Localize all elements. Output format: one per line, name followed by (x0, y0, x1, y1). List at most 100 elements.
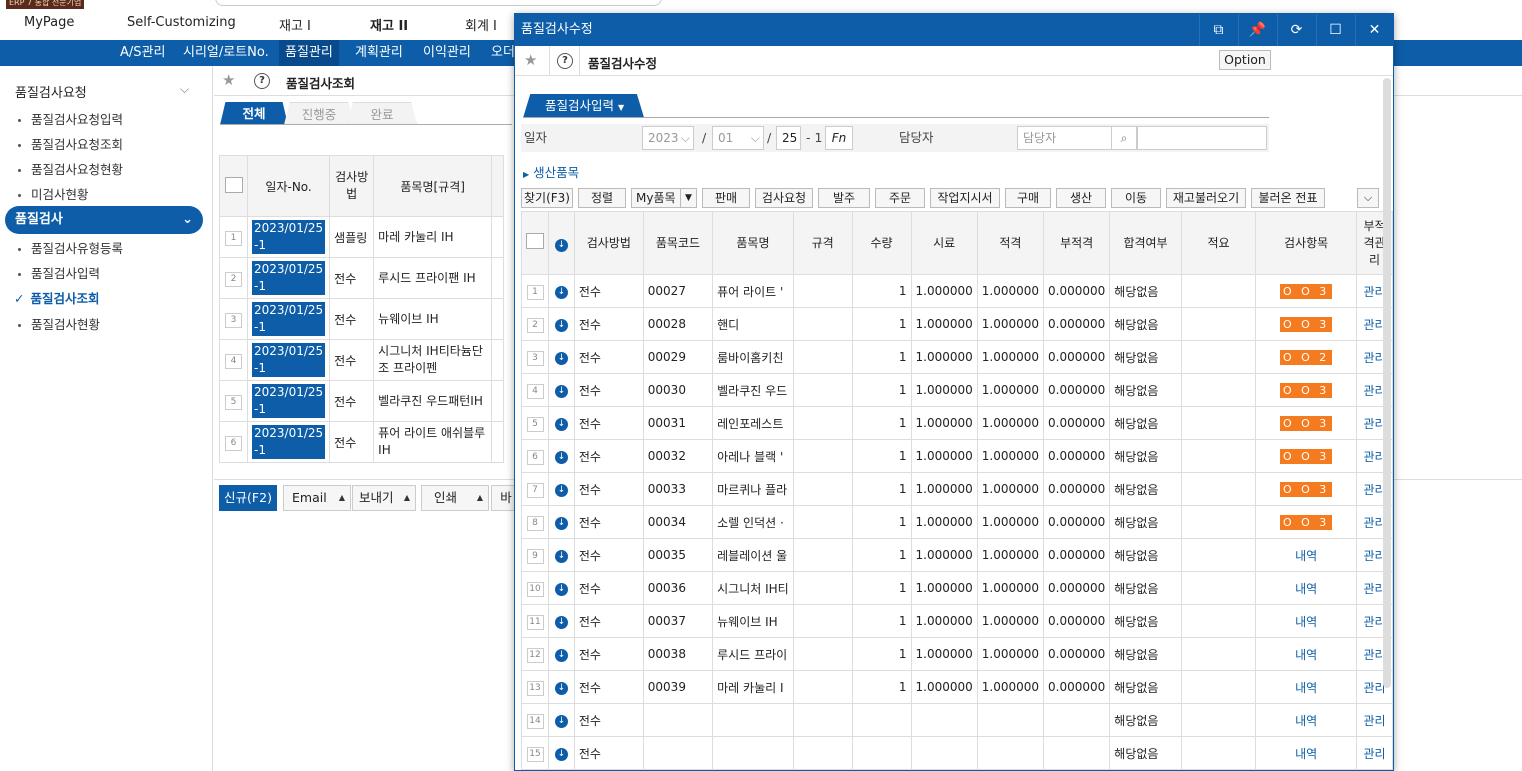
star-icon[interactable]: ★ (222, 71, 235, 89)
caret-up-icon[interactable]: ▲ (404, 486, 410, 510)
spec-cell[interactable] (792, 472, 853, 506)
purchase-order-button[interactable]: 발주 (818, 188, 870, 208)
qty-cell[interactable]: 1 (851, 604, 912, 638)
result-cell[interactable]: 해당없음 (1109, 472, 1182, 506)
year-select[interactable]: 2023 ⌵ (642, 126, 694, 150)
download-icon[interactable]: ↓ (554, 238, 568, 252)
download-icon[interactable]: ↓ (554, 484, 568, 497)
sample-cell[interactable]: 1.000000 (910, 340, 978, 374)
pass-cell[interactable]: 1.000000 (976, 274, 1045, 308)
inspection-request-button[interactable]: 검사요청 (755, 188, 813, 208)
pass-cell[interactable]: 1.000000 (976, 670, 1045, 704)
fail-cell[interactable]: 0.000000 (1043, 472, 1111, 506)
download-icon[interactable]: ↓ (554, 286, 568, 299)
sidebar-group-inspection[interactable]: 품질검사 ⌄ (5, 206, 203, 234)
fail-cell[interactable]: 0.000000 (1043, 571, 1111, 605)
chevron-down-icon[interactable]: ⌵ (180, 82, 189, 97)
method-cell[interactable]: 전수 (573, 571, 644, 605)
item-code-cell[interactable]: 00032 (642, 439, 714, 473)
spec-cell[interactable] (792, 274, 853, 308)
item-name-cell[interactable]: 마르퀴나 플라 (712, 472, 794, 506)
qty-cell[interactable]: 1 (851, 373, 912, 407)
method-cell[interactable]: 전수 (573, 406, 644, 440)
download-icon[interactable]: ↓ (554, 517, 568, 530)
grid-row[interactable]: 6 ↓ 전수 00032 아레나 블랙 ' 1 1.000000 1.000000 0.0000… (521, 439, 1393, 473)
item-code-cell[interactable]: 00028 (642, 307, 714, 341)
transfer-button[interactable]: 이동 (1111, 188, 1161, 208)
fail-cell[interactable]: 0.000000 (1043, 439, 1111, 473)
grid-row[interactable]: 4 ↓ 전수 00030 벨라쿠진 우드 1 1.000000 1.000000 0.00000… (521, 373, 1393, 407)
inspection-badge[interactable]: O O 3 (1279, 382, 1333, 398)
result-cell[interactable]: 해당없음 (1109, 703, 1182, 737)
inspection-badge[interactable]: O O 3 (1279, 316, 1333, 332)
qty-cell[interactable]: 1 (851, 571, 912, 605)
global-search-input[interactable] (215, 0, 662, 6)
qty-cell[interactable]: 1 (851, 274, 912, 308)
select-all-header[interactable] (219, 155, 248, 217)
production-button[interactable]: 생산 (1056, 188, 1106, 208)
method-cell[interactable]: 전수 (573, 472, 644, 506)
qty-cell[interactable]: 1 (851, 637, 912, 671)
manage-link[interactable]: 관리 (1363, 714, 1385, 728)
sales-button[interactable]: 판매 (702, 188, 750, 208)
date-no-cell[interactable]: 2023/01/25 -1 (246, 216, 331, 258)
vertical-scrollbar[interactable] (1383, 78, 1391, 688)
star-icon[interactable]: ★ (524, 51, 537, 69)
item-code-cell[interactable]: 00037 (642, 604, 714, 638)
remark-cell[interactable] (1180, 406, 1257, 440)
qty-cell[interactable]: 1 (851, 670, 912, 704)
my-items-button[interactable]: My품목 ▼ (631, 188, 697, 208)
result-cell[interactable]: 해당없음 (1109, 274, 1182, 308)
item-name-cell[interactable]: 마레 카눌리 I (712, 670, 794, 704)
table-row[interactable]: 6 2023/01/25 -1 전수 퓨어 라이트 애쉬블루 IH (219, 421, 505, 463)
date-no-cell[interactable]: 2023/01/25 -1 (246, 339, 331, 381)
production-item-toggle[interactable]: ▶ 생산품목 (523, 162, 579, 181)
select-all-header[interactable] (521, 211, 549, 275)
expand-icon[interactable]: ⌵ (1357, 188, 1379, 208)
method-cell[interactable]: 전수 (573, 604, 644, 638)
date-no-cell[interactable]: 2023/01/25 -1 (246, 421, 331, 463)
grid-row[interactable]: 7 ↓ 전수 00033 마르퀴나 플라 1 1.000000 1.000000 0.00000… (521, 472, 1393, 506)
item-name-cell[interactable]: 시그니처 IH티 (712, 571, 794, 605)
grid-row[interactable]: 11 ↓ 전수 00037 뉴웨이브 IH 1 1.000000 1.000000 0.0000… (521, 604, 1393, 638)
grid-row[interactable]: 2 ↓ 전수 00028 핸디 1 1.000000 1.000000 0.000000 해당없음… (521, 307, 1393, 341)
method-cell[interactable]: 전수 (573, 439, 644, 473)
inspection-badge[interactable]: O O 3 (1279, 415, 1333, 431)
fail-cell[interactable]: 0.000000 (1043, 505, 1111, 539)
fail-cell[interactable]: 0.000000 (1043, 274, 1111, 308)
item-code-cell[interactable]: 00036 (642, 571, 714, 605)
item-code-cell[interactable] (642, 703, 714, 737)
qty-cell[interactable] (851, 703, 912, 737)
qty-cell[interactable]: 1 (851, 538, 912, 572)
help-icon[interactable]: ? (557, 53, 573, 69)
grid-row[interactable]: 13 ↓ 전수 00039 마레 카눌리 I 1 1.000000 1.000000 0.000… (521, 670, 1393, 704)
inspection-badge[interactable]: O O 3 (1279, 481, 1333, 497)
sidebar-group-request[interactable]: 품질검사요청 (15, 82, 87, 101)
result-cell[interactable]: 해당없음 (1109, 736, 1182, 770)
remark-cell[interactable] (1180, 538, 1257, 572)
download-icon[interactable]: ↓ (554, 319, 568, 332)
fail-cell[interactable] (1043, 736, 1111, 770)
item-code-cell[interactable]: 00035 (642, 538, 714, 572)
subnav-as[interactable]: A/S관리 (114, 40, 171, 66)
sample-cell[interactable]: 1.000000 (910, 670, 978, 704)
item-name-cell[interactable] (712, 703, 794, 737)
item-name-cell[interactable]: 루시드 프라이 (712, 637, 794, 671)
remark-cell[interactable] (1180, 373, 1257, 407)
item-code-cell[interactable]: 00033 (642, 472, 714, 506)
remark-cell[interactable] (1180, 670, 1257, 704)
top-menu-mypage[interactable]: MyPage (24, 15, 74, 30)
download-icon[interactable]: ↓ (554, 748, 568, 761)
close-icon[interactable]: ✕ (1355, 14, 1393, 46)
manager-input[interactable]: 담당자 (1017, 126, 1112, 150)
sample-cell[interactable]: 1.000000 (910, 604, 978, 638)
subnav-serial-lot[interactable]: 시리얼/로트No. (177, 40, 275, 66)
result-cell[interactable]: 해당없음 (1109, 406, 1182, 440)
result-cell[interactable]: 해당없음 (1109, 373, 1182, 407)
sidebar-item-request-input[interactable]: 품질검사요청입력 (18, 109, 123, 128)
sample-cell[interactable]: 1.000000 (910, 307, 978, 341)
qty-cell[interactable]: 1 (851, 505, 912, 539)
find-button[interactable]: 찾기(F3) (521, 188, 573, 208)
inspection-badge[interactable]: O O 3 (1279, 283, 1333, 299)
item-name-cell[interactable]: 레인포레스트 (712, 406, 794, 440)
